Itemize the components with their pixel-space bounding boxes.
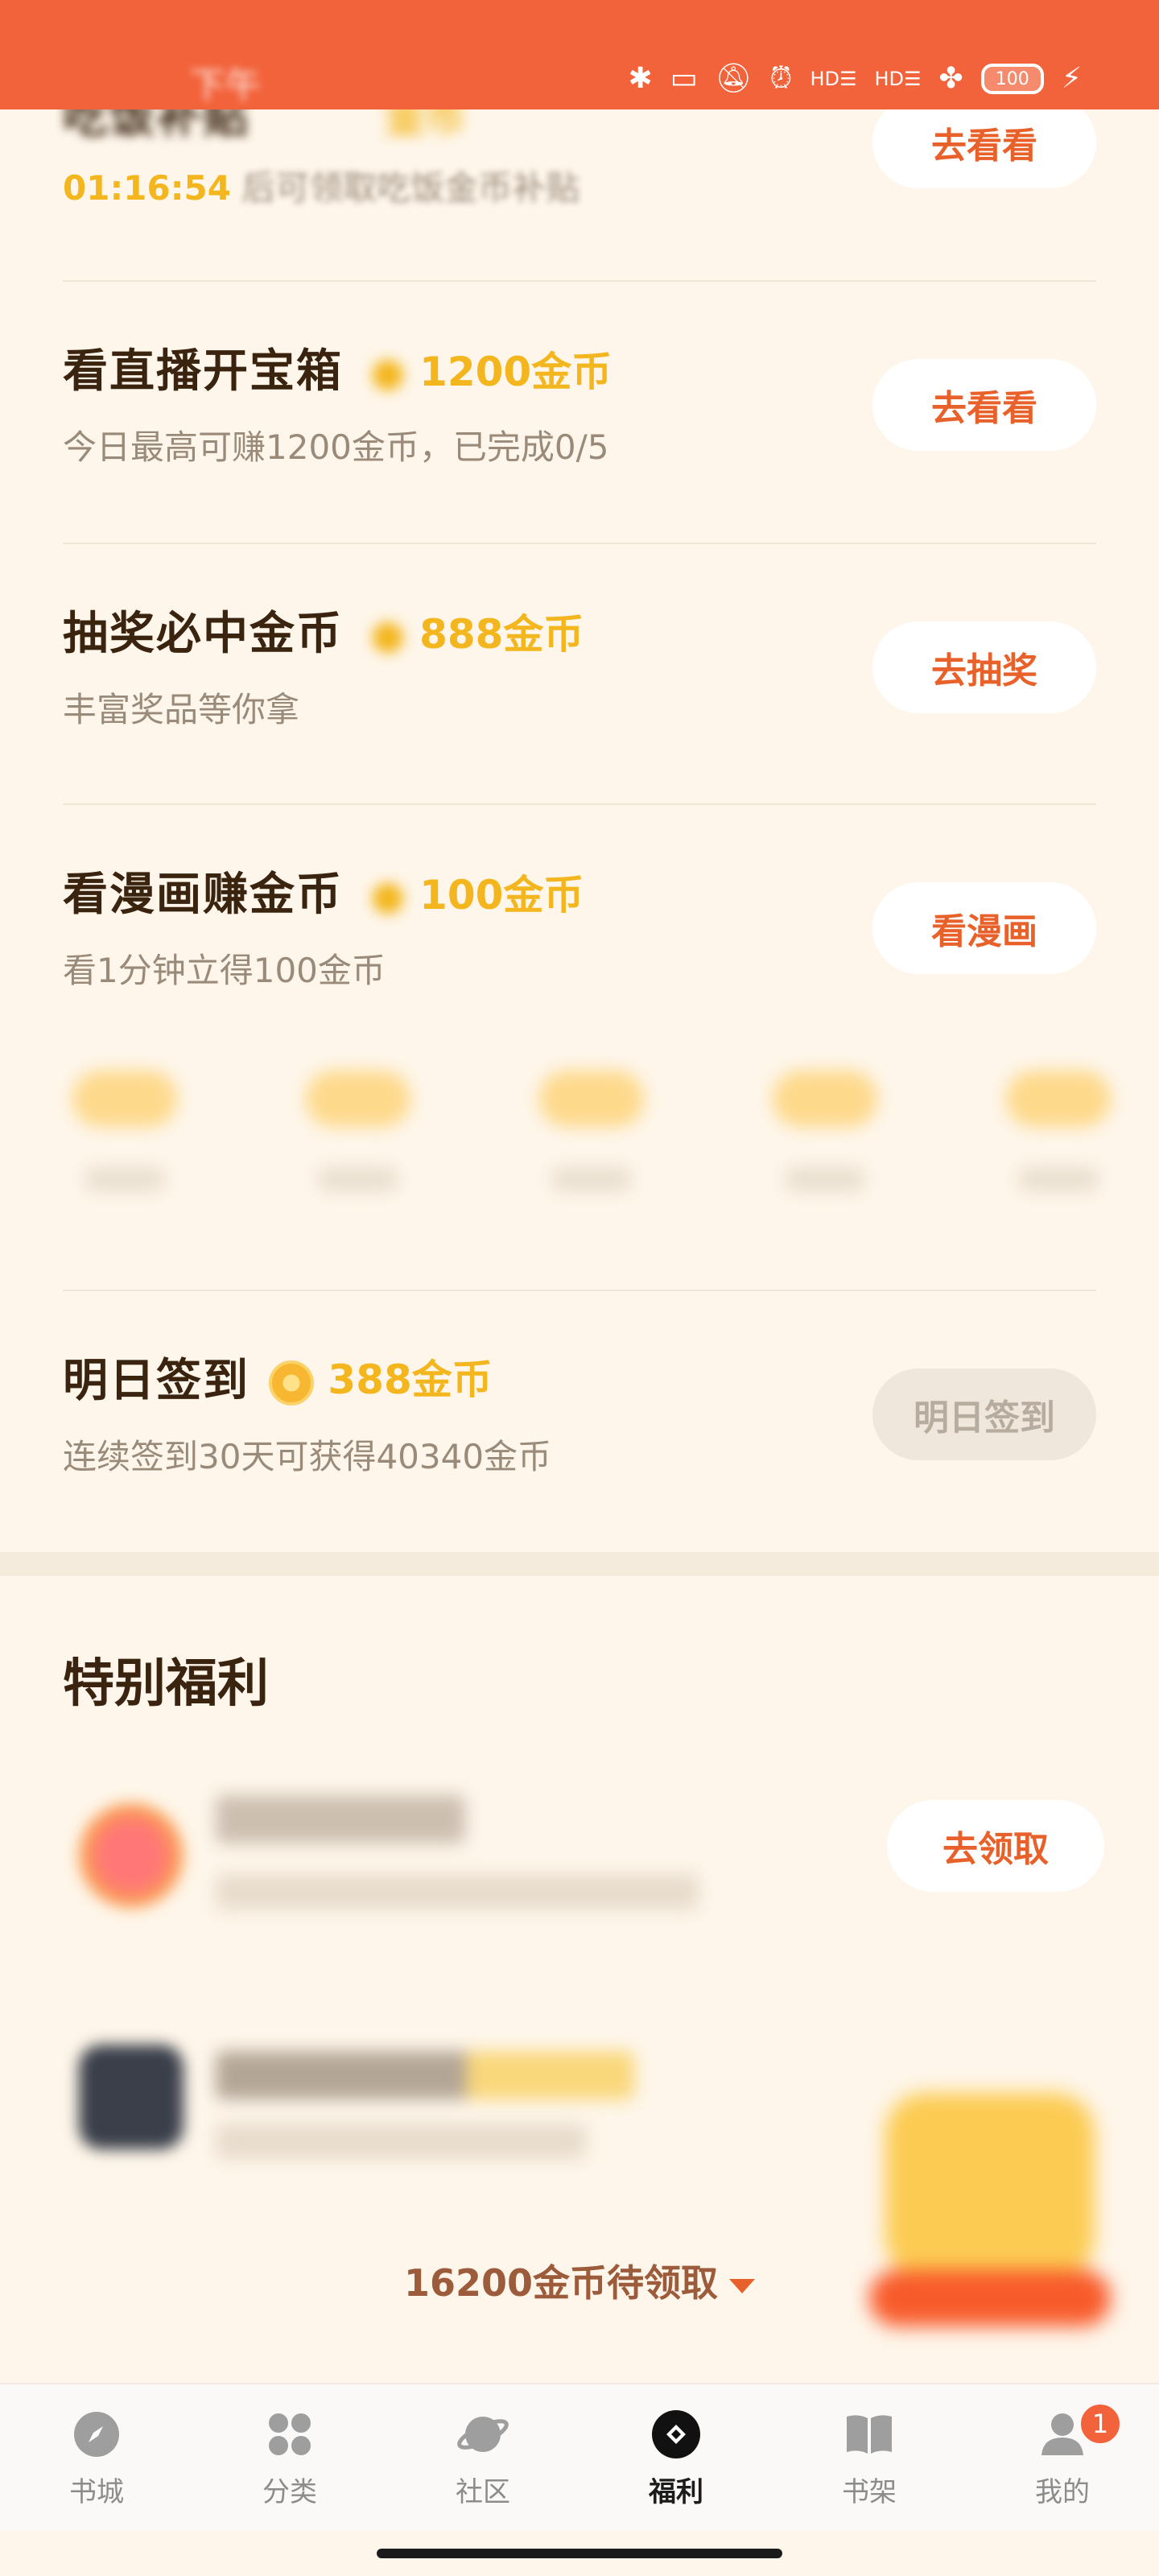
nav-item-bookshelf[interactable]: 书架 [773,2409,966,2529]
home-indicator[interactable] [377,2549,782,2558]
countdown-timer: 01:16:54 [63,168,231,208]
go-lottery-button[interactable]: 去抽奖 [872,621,1096,713]
checkin-tomorrow-button: 明日签到 [872,1368,1096,1460]
mute-icon: 🔕︎ [715,62,753,95]
task-subtitle: 看1分钟立得100金币 [63,951,386,990]
go-look-button[interactable]: 去看看 [872,97,1096,188]
task-reward: ● 1200金币 [370,349,612,395]
task-reward: ● 888金币 [370,611,584,658]
task-reward: 388金币 [269,1348,493,1406]
pinwheel-icon: ✤ [938,62,963,95]
task-subtitle: 01:16:54 后可领取吃饭金币补贴 [63,161,580,210]
status-bar: 下午 ✱ ▭ 🔕︎ ⏰︎ HD☰ HD☰ ✤ 100 ⚡︎ [0,0,1159,109]
checkin-day-row [0,1055,1159,1256]
checkin-day [515,1055,668,1208]
checkin-day [48,1055,201,1208]
task-comics: 看漫画赚金币 ● 100金币 看1分钟立得100金币 看漫画 [63,805,1096,1067]
coin-icon: ● [370,872,406,919]
task-title: 看直播开宝箱 [63,345,343,398]
task-sub-text: 后可领取吃饭金币补贴 [241,168,580,208]
compass-icon [71,2409,122,2460]
checkin-day [982,1055,1135,1208]
claim-button[interactable]: 去领取 [887,1800,1104,1892]
special-benefits-title: 特别福利 [63,1654,269,1714]
category-icon [264,2409,316,2460]
task-subtitle: 连续签到30天可获得40340金币 [63,1437,552,1476]
special-item-desc [216,1874,699,1909]
charging-icon: ⚡︎ [1061,62,1082,95]
status-icons: ✱ ▭ 🔕︎ ⏰︎ HD☰ HD☰ ✤ 100 ⚡︎ [628,56,1082,101]
checkin-day [749,1055,901,1208]
special-item-desc [216,2124,586,2159]
task-live-chest: 看直播开宝箱 ● 1200金币 今日最高可赚1200金币，已完成0/5 去看看 [63,282,1096,544]
hd-signal-icon: HD☰ [874,68,922,90]
task-checkin: 明日签到 388金币 连续签到30天可获得40340金币 明日签到 [63,1291,1096,1554]
nav-item-mine[interactable]: 1 我的 [966,2402,1159,2529]
nav-item-community[interactable]: 社区 [386,2409,580,2529]
nav-item-category[interactable]: 分类 [193,2409,386,2529]
special-item[interactable]: 去领取 [63,1771,1104,1948]
coin-icon [269,1360,314,1406]
task-title: 看漫画赚金币 [63,869,343,921]
nav-item-bookstore[interactable]: 书城 [0,2409,193,2529]
pending-coins[interactable]: 16200金币待领取 [0,2254,1159,2307]
caret-down-icon [729,2278,756,2293]
alarm-icon: ⏰︎ [769,62,793,95]
welfare-icon [650,2409,702,2460]
app-icon [79,2045,184,2149]
task-lottery: 抽奖必中金币 ● 888金币 丰富奖品等你拿 去抽奖 [63,544,1096,807]
section-divider [0,1552,1159,1576]
special-item-name [216,1795,465,1843]
special-item-name [216,2051,634,2099]
task-reward: ● 100金币 [370,872,584,919]
notification-badge: 1 [1079,2402,1122,2446]
bottom-nav: 书城 分类 社区 福利 书架 1 我的 [0,2383,1159,2531]
task-title: 明日签到 [63,1355,250,1407]
task-subtitle: 今日最高可赚1200金币，已完成0/5 [63,427,609,467]
nav-item-welfare[interactable]: 福利 [580,2409,773,2529]
hd-signal-icon: HD☰ [810,68,857,90]
read-comics-button[interactable]: 看漫画 [872,882,1096,974]
book-icon [843,2409,895,2460]
task-subtitle: 丰富奖品等你拿 [63,690,300,729]
bluetooth-icon: ✱ [628,62,653,95]
coin-icon: ● [370,611,406,658]
vibrate-icon: ▭ [670,62,698,95]
app-icon [79,1803,184,1908]
status-time: 下午 [190,65,261,106]
task-title: 抽奖必中金币 [63,608,343,660]
planet-icon [457,2409,509,2460]
checkin-day [282,1055,435,1208]
battery-icon: 100 [980,64,1044,94]
go-look-button[interactable]: 去看看 [872,359,1096,451]
coin-icon: ● [370,349,406,395]
